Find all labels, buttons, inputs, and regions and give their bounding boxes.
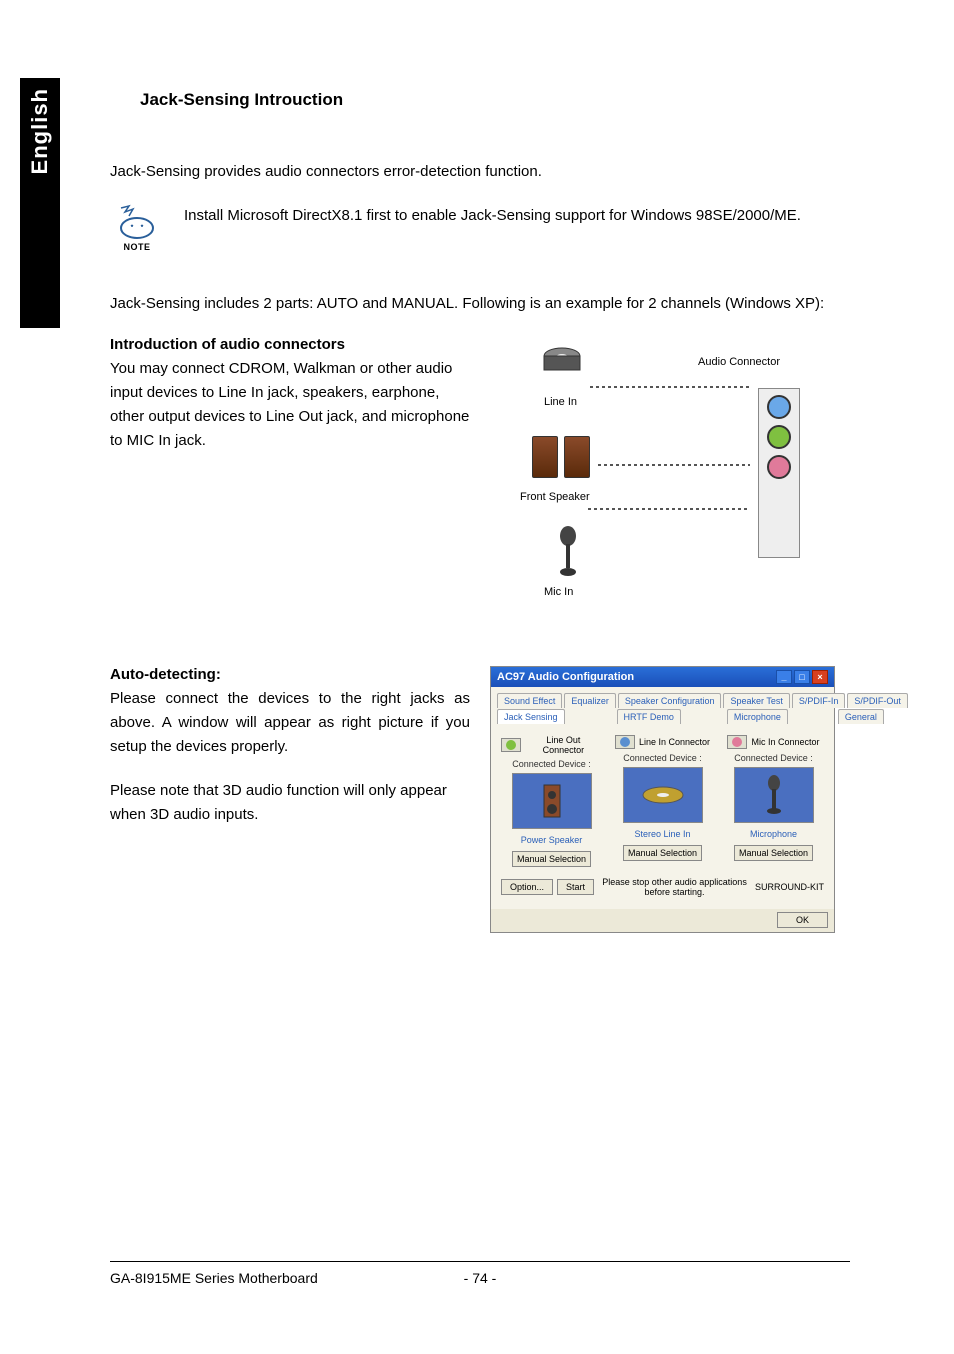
diagram-audio-connector-label: Audio Connector: [698, 356, 780, 368]
device-microphone-name: Microphone: [723, 829, 824, 839]
tab-sound-effect[interactable]: Sound Effect: [497, 693, 562, 708]
jack-pink-dot-icon: [732, 737, 742, 747]
language-tab: English: [20, 78, 60, 328]
microphone-icon: [555, 526, 581, 578]
diagram-front-speaker-label: Front Speaker: [520, 491, 590, 503]
tab-speaker-config[interactable]: Speaker Configuration: [618, 693, 722, 708]
footer-divider: [110, 1261, 850, 1262]
auto-detect-body1: Please connect the devices to the right …: [110, 687, 470, 759]
manual-selection-button-1[interactable]: Manual Selection: [623, 845, 702, 861]
minimize-button[interactable]: _: [776, 670, 792, 684]
diagram-mic-in-label: Mic In: [544, 586, 573, 598]
tab-jack-sensing[interactable]: Jack Sensing: [497, 709, 565, 724]
ac97-bottom-row: Option... Start Please stop other audio …: [497, 871, 828, 903]
intro-connectors-heading: Introduction of audio connectors: [110, 336, 470, 353]
disc-player-icon: [540, 344, 584, 378]
footer-product: GA-8I915ME Series Motherboard: [110, 1270, 450, 1286]
tab-speaker-test[interactable]: Speaker Test: [723, 693, 789, 708]
tab-equalizer[interactable]: Equalizer: [564, 693, 616, 708]
connected-device-label-2: Connected Device :: [723, 753, 824, 763]
jack-mic-in-label: Mic In Connector: [751, 737, 819, 747]
footer-page-number: - 74 -: [450, 1270, 510, 1286]
tabs-row-bottom: Jack Sensing HRTF Demo Microphone Genera…: [497, 709, 886, 724]
note-block: NOTE Install Microsoft DirectX8.1 first …: [110, 204, 850, 252]
device-stereo-line-in-name: Stereo Line In: [612, 829, 713, 839]
jack-blue-icon: [767, 395, 791, 419]
arrow-line-in: [590, 386, 750, 388]
auto-detect-row: Auto-detecting: Please connect the devic…: [110, 666, 850, 933]
tab-spdif-in[interactable]: S/PDIF-In: [792, 693, 846, 708]
speakers-icon: [532, 436, 590, 478]
connected-device-label-1: Connected Device :: [612, 753, 713, 763]
tab-hrtf-demo[interactable]: HRTF Demo: [617, 709, 681, 724]
maximize-button[interactable]: □: [794, 670, 810, 684]
ac97-titlebar: AC97 Audio Configuration _ □ ×: [491, 667, 834, 687]
jack-line-out-label: Line Out Connector: [525, 735, 602, 755]
ac97-window: AC97 Audio Configuration _ □ × Sound Eff…: [490, 666, 835, 933]
tabs-row-top: Sound Effect Equalizer Speaker Configura…: [497, 693, 828, 708]
device-power-speaker-name: Power Speaker: [501, 835, 602, 845]
note-icon-label: NOTE: [110, 242, 164, 252]
jack-panel: [758, 388, 800, 558]
bottom-message: Please stop other audio applications bef…: [598, 877, 751, 897]
device-microphone-icon: [734, 767, 814, 823]
arrow-front-speaker: [598, 464, 750, 466]
page-footer: GA-8I915ME Series Motherboard - 74 -: [110, 1270, 850, 1286]
intro-paragraph: Jack-Sensing provides audio connectors e…: [110, 160, 850, 184]
jack-col-line-out: Line Out Connector Connected Device : Po…: [501, 735, 602, 867]
ac97-title: AC97 Audio Configuration: [497, 671, 634, 683]
tab-microphone[interactable]: Microphone: [727, 709, 788, 724]
note-icon: NOTE: [110, 204, 164, 252]
ok-button[interactable]: OK: [777, 912, 828, 928]
arrow-mic: [588, 508, 750, 510]
device-power-speaker-icon: [512, 773, 592, 829]
intro-connectors-body: You may connect CDROM, Walkman or other …: [110, 357, 470, 453]
tabs-area: Sound Effect Equalizer Speaker Configura…: [497, 693, 828, 727]
start-button[interactable]: Start: [557, 879, 594, 895]
surround-kit-label: SURROUND-KIT: [755, 882, 824, 892]
manual-selection-button-0[interactable]: Manual Selection: [512, 851, 591, 867]
language-label: English: [27, 88, 53, 174]
tab-general[interactable]: General: [838, 709, 884, 724]
jack-columns: Line Out Connector Connected Device : Po…: [497, 731, 828, 871]
jack-green-dot-icon: [506, 740, 516, 750]
auto-detect-body2: Please note that 3D audio function will …: [110, 779, 470, 827]
option-button[interactable]: Option...: [501, 879, 553, 895]
jack-line-in-label: Line In Connector: [639, 737, 710, 747]
manual-selection-button-2[interactable]: Manual Selection: [734, 845, 813, 861]
note-text: Install Microsoft DirectX8.1 first to en…: [184, 204, 801, 252]
auto-detect-heading: Auto-detecting:: [110, 666, 470, 683]
connected-device-label-0: Connected Device :: [501, 759, 602, 769]
connector-diagram: Audio Connector Line In Front Spe: [490, 336, 820, 616]
jack-pink-icon: [767, 455, 791, 479]
parts-paragraph: Jack-Sensing includes 2 parts: AUTO and …: [110, 292, 850, 316]
jack-col-line-in: Line In Connector Connected Device : Ste…: [612, 735, 713, 867]
section-title: Jack-Sensing Introuction: [140, 90, 850, 110]
tab-spdif-out[interactable]: S/PDIF-Out: [847, 693, 908, 708]
page-content: Jack-Sensing Introuction Jack-Sensing pr…: [110, 90, 850, 933]
intro-connectors-row: Introduction of audio connectors You may…: [110, 336, 850, 616]
close-button[interactable]: ×: [812, 670, 828, 684]
device-stereo-line-in-icon: [623, 767, 703, 823]
diagram-line-in-label: Line In: [544, 396, 577, 408]
jack-blue-dot-icon: [620, 737, 630, 747]
jack-col-mic-in: Mic In Connector Connected Device : Micr…: [723, 735, 824, 867]
jack-green-icon: [767, 425, 791, 449]
